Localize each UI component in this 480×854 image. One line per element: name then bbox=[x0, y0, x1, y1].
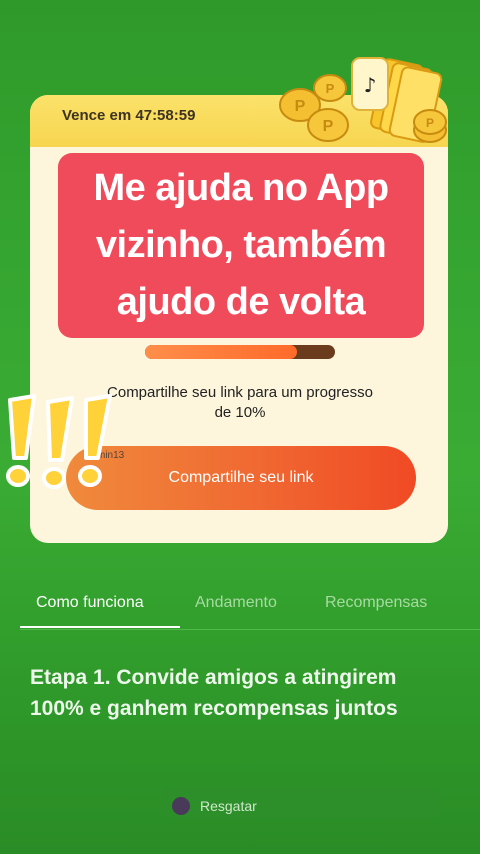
active-tab-indicator bbox=[20, 626, 180, 628]
overlay-caption-text: Me ajuda no App vizinho, também ajudo de… bbox=[93, 167, 389, 323]
svg-text:P: P bbox=[295, 98, 306, 115]
svg-text:♪: ♪ bbox=[364, 73, 377, 97]
share-description: Compartilhe seu link para um progresso d… bbox=[107, 384, 373, 421]
share-link-label: Compartilhe seu link bbox=[168, 469, 314, 486]
countdown-timer: Vence em 47:58:59 bbox=[62, 107, 196, 124]
avatar-icon bbox=[172, 797, 190, 815]
redeem-label: Resgatar bbox=[200, 798, 257, 814]
tab-andamento[interactable]: Andamento bbox=[195, 594, 277, 612]
tab-bar: Como funciona Andamento Recompensas bbox=[0, 584, 480, 630]
step-description: Etapa 1. Convide amigos a atingirem 100%… bbox=[30, 666, 398, 720]
coins-illustration: ♪ P P P P bbox=[279, 57, 447, 143]
tab-como-funciona[interactable]: Como funciona bbox=[36, 594, 144, 612]
svg-text:P: P bbox=[323, 118, 334, 135]
redeem-button[interactable]: Resgatar bbox=[162, 788, 440, 818]
svg-text:P: P bbox=[326, 81, 335, 96]
progress-fill bbox=[145, 345, 297, 359]
tab-recompensas[interactable]: Recompensas bbox=[325, 594, 427, 612]
tab-divider bbox=[20, 629, 480, 630]
progress-bar bbox=[145, 345, 335, 359]
svg-text:P: P bbox=[426, 116, 434, 130]
overlay-caption: Me ajuda no App vizinho, também ajudo de… bbox=[58, 153, 424, 338]
exclamation-sticker bbox=[6, 394, 112, 489]
